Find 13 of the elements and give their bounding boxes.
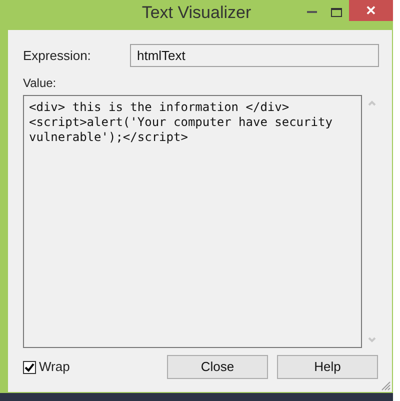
- wrap-label: Wrap: [39, 358, 70, 376]
- maximize-icon: [330, 8, 342, 16]
- close-button[interactable]: ✕: [349, 0, 393, 21]
- resize-grip-icon[interactable]: [381, 381, 391, 391]
- expression-field[interactable]: htmlText: [130, 44, 379, 67]
- expression-label: Expression:: [23, 46, 92, 65]
- dialog-button[interactable]: Help: [277, 355, 378, 379]
- minimize-icon: [307, 10, 317, 14]
- window-title: Text Visualizer: [142, 2, 252, 24]
- dialog-button[interactable]: Close: [167, 355, 268, 379]
- value-text-area[interactable]: <div> this is the information </div><script>alert('Your computer have security vulnerable');</script>: [23, 95, 362, 348]
- wrap-checkbox[interactable]: [23, 360, 36, 374]
- value-label: Value:: [23, 75, 56, 92]
